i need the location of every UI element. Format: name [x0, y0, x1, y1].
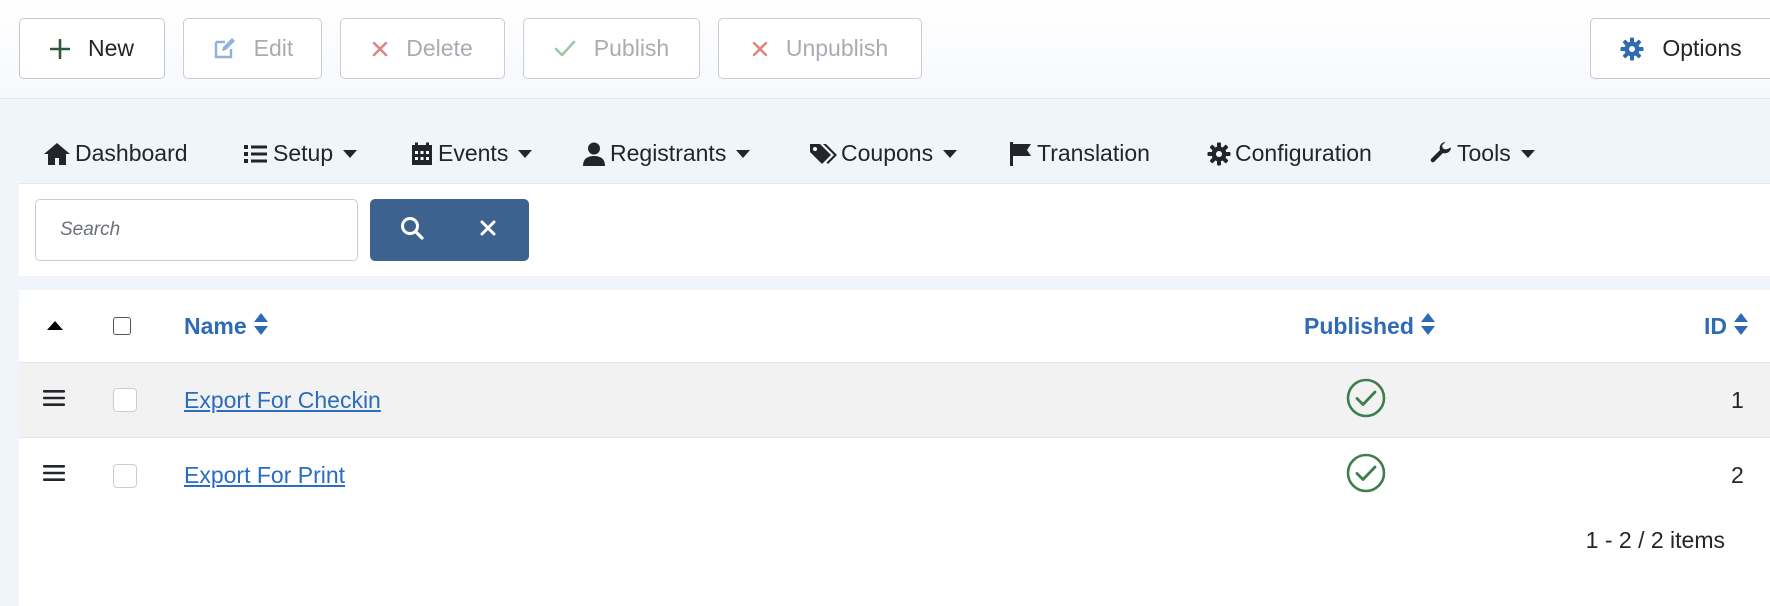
list-icon [243, 143, 273, 165]
id-cell: 2 [1731, 438, 1744, 513]
drag-handle[interactable] [43, 363, 65, 437]
menu-item-setup[interactable]: Setup [243, 123, 358, 184]
menu-item-label: Dashboard [75, 140, 188, 166]
publish-button-label: Publish [593, 35, 670, 61]
published-cell [1346, 363, 1386, 437]
chevron-down-icon [1520, 149, 1535, 158]
menu-item-configuration[interactable]: Configuration [1207, 123, 1372, 184]
calendar-icon [410, 142, 438, 166]
chevron-down-icon [518, 149, 533, 158]
check-circle-icon[interactable] [1346, 378, 1386, 423]
check-circle-icon[interactable] [1346, 453, 1386, 498]
menu-item-label: Registrants [610, 140, 727, 166]
sort-icon [1733, 312, 1749, 341]
edit-icon [212, 37, 236, 61]
sort-icon [253, 312, 269, 341]
chevron-down-icon [943, 149, 958, 158]
row-checkbox[interactable] [113, 463, 137, 488]
menu-item-events[interactable]: Events [410, 123, 533, 184]
menu-item-label: Translation [1037, 140, 1150, 166]
search-button[interactable] [374, 199, 450, 261]
table-header-row: Name Published ID [19, 290, 1770, 363]
item-name-link[interactable]: Export For Print [184, 462, 345, 489]
home-icon [43, 142, 75, 166]
search-icon [399, 215, 425, 246]
options-button[interactable]: Options [1590, 18, 1770, 79]
unpublish-button[interactable]: Unpublish [718, 18, 922, 79]
plus-icon [49, 38, 70, 59]
wrench-icon [1429, 141, 1457, 166]
component-menu: Dashboard Setup Events Registrants Coupo… [19, 123, 1770, 184]
table-row: Export For Checkin 1 [19, 363, 1770, 438]
flag-icon [1009, 141, 1037, 166]
edit-button[interactable]: Edit [183, 18, 322, 79]
menu-item-registrants[interactable]: Registrants [582, 123, 751, 184]
menu-item-label: Tools [1457, 140, 1511, 166]
menu-item-dashboard[interactable]: Dashboard [43, 123, 188, 184]
menu-item-label: Coupons [841, 140, 934, 166]
caret-up-icon [47, 317, 63, 335]
menu-item-translation[interactable]: Translation [1009, 123, 1150, 184]
name-cell: Export For Checkin [184, 363, 381, 437]
tags-icon [809, 142, 841, 166]
gear-icon [1207, 142, 1235, 166]
chevron-down-icon [343, 149, 358, 158]
delete-button-label: Delete [406, 35, 473, 61]
row-checkbox[interactable] [113, 388, 137, 412]
bars-icon [43, 464, 65, 487]
close-icon [480, 220, 496, 241]
gear-icon [1620, 37, 1644, 61]
bars-icon [43, 389, 65, 412]
name-cell: Export For Print [184, 438, 345, 513]
menu-item-tools[interactable]: Tools [1429, 123, 1535, 184]
menu-item-coupons[interactable]: Coupons [809, 123, 958, 184]
options-button-label: Options [1662, 35, 1742, 61]
id-cell: 1 [1731, 363, 1744, 437]
new-button[interactable]: New [19, 18, 165, 79]
search-panel [19, 184, 1770, 276]
column-header-label: Published [1304, 312, 1414, 339]
column-header-label: Name [184, 312, 247, 339]
drag-handle[interactable] [43, 438, 65, 513]
close-icon [372, 41, 388, 57]
edit-button-label: Edit [253, 35, 294, 61]
pagination-counter: 1 - 2 / 2 items [1585, 527, 1725, 553]
published-cell [1346, 438, 1386, 513]
item-id: 1 [1731, 386, 1744, 413]
select-all-cell [113, 290, 131, 362]
unpublish-button-label: Unpublish [785, 35, 889, 61]
search-input[interactable] [35, 199, 358, 261]
chevron-down-icon [736, 149, 751, 158]
select-all-checkbox[interactable] [113, 317, 131, 335]
table-row: Export For Print 2 [19, 438, 1770, 513]
menu-item-label: Configuration [1235, 140, 1372, 166]
sort-icon [1420, 312, 1436, 341]
row-select-cell [113, 438, 137, 513]
id-column-header[interactable]: ID [1704, 290, 1749, 362]
check-icon [554, 40, 576, 58]
name-column-header[interactable]: Name [184, 290, 269, 362]
toolbar: New Edit Delete Publish Unpublish Option… [0, 0, 1770, 99]
column-header-label: ID [1704, 312, 1727, 339]
close-icon [752, 41, 768, 57]
user-icon [582, 142, 610, 166]
new-button-label: New [87, 35, 134, 61]
row-select-cell [113, 363, 137, 437]
clear-search-button[interactable] [450, 199, 526, 261]
menu-item-label: Setup [273, 140, 334, 166]
ordering-sort-button[interactable] [47, 290, 63, 362]
published-column-header[interactable]: Published [1304, 290, 1436, 362]
publish-button[interactable]: Publish [523, 18, 700, 79]
items-table: Name Published ID Export For Checkin 1 E… [19, 290, 1770, 606]
delete-button[interactable]: Delete [340, 18, 505, 79]
search-button-group [370, 199, 529, 261]
menu-item-label: Events [438, 140, 509, 166]
item-id: 2 [1731, 462, 1744, 488]
item-name-link[interactable]: Export For Checkin [184, 387, 381, 414]
